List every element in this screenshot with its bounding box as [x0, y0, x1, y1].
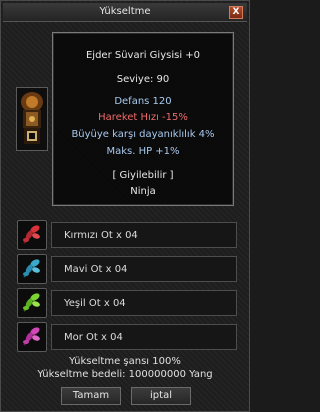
item-magic-resist: Büyüye karşı dayanıklılık 4%: [71, 129, 215, 140]
item-max-hp: Maks. HP +1%: [106, 146, 180, 157]
material-slot-field: Mor Ot x 04: [51, 324, 237, 350]
red-herb-icon[interactable]: [17, 220, 47, 250]
item-move-speed: Hareket Hızı -15%: [98, 112, 188, 123]
green-herb-icon[interactable]: [17, 288, 47, 318]
ok-button[interactable]: Tamam: [61, 387, 121, 405]
material-slot-field: Yeşil Ot x 04: [51, 290, 237, 316]
material-row: Mor Ot x 04: [11, 322, 243, 352]
material-label: Kırmızı Ot x 04: [64, 230, 138, 241]
item-wearable: [ Giyilebilir ]: [112, 170, 174, 181]
upgrade-window: Yükseltme X Ejder Süvari Giysisi +0 Sevi…: [0, 0, 250, 412]
blue-herb-icon[interactable]: [17, 254, 47, 284]
close-button[interactable]: X: [229, 6, 243, 19]
material-slot-field: Mavi Ot x 04: [51, 256, 237, 282]
item-tooltip: Ejder Süvari Giysisi +0 Seviye: 90 Defan…: [52, 32, 234, 206]
item-class: Ninja: [130, 186, 156, 197]
purple-herb-icon[interactable]: [17, 322, 47, 352]
armor-icon: [17, 88, 47, 150]
material-slot-field: Kırmızı Ot x 04: [51, 222, 237, 248]
item-name: Ejder Süvari Giysisi +0: [85, 50, 201, 61]
material-label: Mavi Ot x 04: [64, 264, 128, 275]
window-title: Yükseltme: [99, 6, 151, 17]
item-level: Seviye: 90: [116, 74, 170, 85]
cancel-button[interactable]: iptal: [131, 387, 191, 405]
material-label: Mor Ot x 04: [64, 332, 123, 343]
title-bar[interactable]: Yükseltme X: [3, 3, 247, 22]
material-row: Yeşil Ot x 04: [11, 288, 243, 318]
material-row: Kırmızı Ot x 04: [11, 220, 243, 250]
item-defense: Defans 120: [114, 96, 172, 107]
material-label: Yeşil Ot x 04: [64, 298, 126, 309]
item-slot[interactable]: [16, 87, 48, 151]
material-row: Mavi Ot x 04: [11, 254, 243, 284]
upgrade-cost: Yükseltme bedeli: 100000000 Yang: [37, 369, 213, 380]
upgrade-chance: Yükseltme şansı 100%: [69, 356, 181, 367]
